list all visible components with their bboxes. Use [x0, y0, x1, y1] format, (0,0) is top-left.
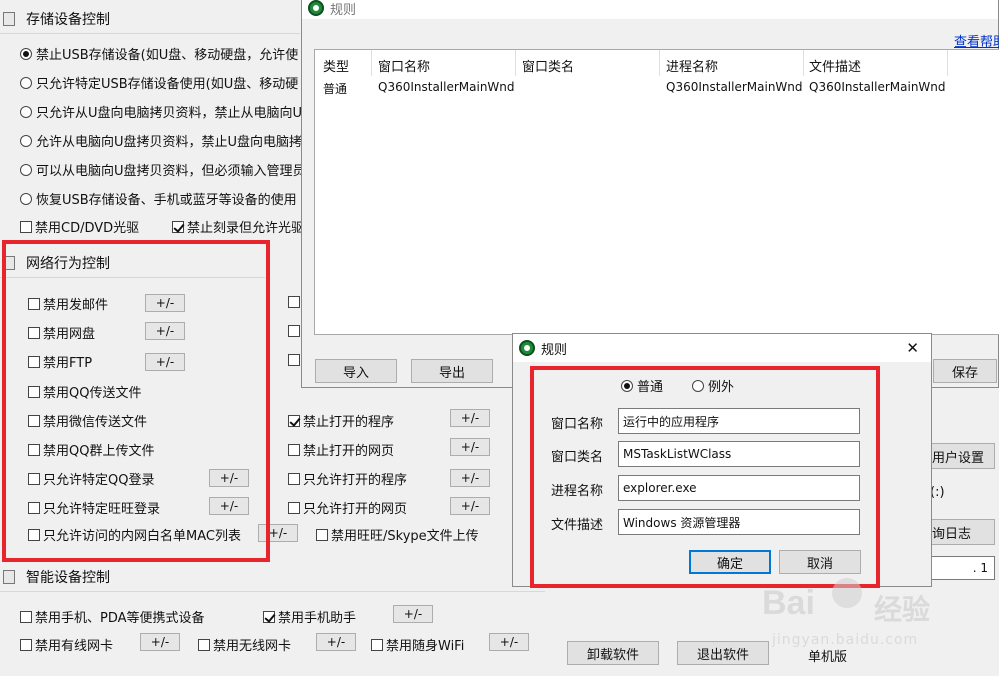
rule-dialog-titlebar: 规则 ✕ [513, 334, 931, 362]
smart-item-4-pm-button[interactable]: +/- [489, 633, 529, 651]
save-button[interactable]: 保存 [933, 359, 997, 383]
smart-item-1[interactable]: 禁用手机助手 [263, 607, 356, 626]
app-icon [308, 0, 324, 16]
col-sep [371, 50, 372, 76]
watermark-url: jingyan.baidu.com [772, 632, 919, 648]
smart-title: 智能设备控制 [26, 569, 110, 586]
disable-cd-checkbox[interactable]: 禁用CD/DVD光驱 [20, 217, 139, 236]
checkbox-icon[interactable] [288, 501, 300, 514]
export-button[interactable]: 导出 [411, 359, 493, 383]
burn-allow-checkbox[interactable]: 禁止刻录但允许光驱 [172, 217, 302, 236]
storage-option-2[interactable]: 只允许从U盘向电脑拷贝资料，禁止从电脑向U [20, 102, 302, 121]
rules-list-title: 规则 [330, 2, 357, 18]
radio-icon[interactable] [20, 192, 32, 205]
net-right-item-0[interactable]: 禁止打开的程序 [288, 411, 394, 430]
rules-list-titlebar: 规则 [302, 0, 998, 19]
query-log-button[interactable]: 询日志 [929, 519, 995, 545]
checkbox-icon[interactable] [172, 220, 184, 233]
checkbox-icon[interactable] [288, 472, 300, 485]
smart-item-2-pm-button[interactable]: +/- [140, 633, 180, 651]
rules-list-window: 规则 查看帮助 类型 窗口名称 窗口类名 进程名称 文件描述 普通 Q360In… [301, 0, 999, 388]
checkbox-icon[interactable] [20, 610, 32, 623]
uninstall-button[interactable]: 卸载软件 [567, 641, 659, 665]
storage-option-5[interactable]: 恢复USB存储设备、手机或蓝牙等设备的使用 [20, 189, 302, 208]
radio-icon[interactable] [20, 47, 32, 60]
app-icon [519, 340, 535, 356]
checkbox-icon[interactable] [20, 638, 32, 651]
help-link[interactable]: 查看帮助 [954, 31, 999, 50]
net-right-item-1-pm-button[interactable]: +/- [450, 438, 490, 456]
net-right-item-1[interactable]: 禁止打开的网页 [288, 440, 394, 459]
checkbox-icon[interactable] [263, 610, 275, 623]
checkbox-icon[interactable] [20, 220, 32, 233]
paw-icon [832, 578, 862, 608]
col-process[interactable]: 进程名称 [666, 56, 718, 75]
user-settings-button[interactable]: 用户设置 [929, 443, 995, 469]
storage-icon [3, 12, 15, 26]
smart-item-3-pm-button[interactable]: +/- [316, 633, 356, 651]
storage-title: 存储设备控制 [26, 11, 110, 28]
col-sep [947, 50, 948, 76]
radio-icon[interactable] [20, 105, 32, 118]
rules-table[interactable]: 类型 窗口名称 窗口类名 进程名称 文件描述 普通 Q360InstallerM… [314, 49, 999, 335]
net-right-item-3[interactable]: 只允许打开的网页 [288, 498, 407, 517]
radio-icon[interactable] [20, 76, 32, 89]
net-right-item-2[interactable]: 只允许打开的程序 [288, 469, 407, 488]
storage-option-3[interactable]: 允许从电脑向U盘拷贝资料，禁止U盘向电脑拷 [20, 131, 302, 150]
radio-icon[interactable] [20, 163, 32, 176]
net-right-partial-2[interactable] [288, 354, 300, 366]
close-icon[interactable]: ✕ [906, 339, 919, 357]
dialog-highlight-box [530, 366, 880, 588]
net-right-item-2-pm-button[interactable]: +/- [450, 469, 490, 487]
network-highlight-box [2, 240, 270, 562]
col-filedesc[interactable]: 文件描述 [809, 56, 861, 75]
storage-option-4[interactable]: 可以从电脑向U盘拷贝资料，但必须输入管理员 [20, 160, 302, 179]
smart-item-2[interactable]: 禁用有线网卡 [20, 635, 113, 654]
checkbox-icon[interactable] [288, 414, 300, 427]
col-window-name[interactable]: 窗口名称 [378, 56, 430, 75]
col-sep [515, 50, 516, 76]
col-type[interactable]: 类型 [323, 56, 349, 75]
checkbox-icon[interactable] [371, 638, 383, 651]
table-row[interactable]: 普通 Q360InstallerMainWnd Q360InstallerMai… [315, 76, 999, 98]
smart-item-4[interactable]: 禁用随身WiFi [371, 635, 464, 654]
baidu-watermark: Bai 经验 jingyan.baidu.com [762, 578, 992, 658]
exit-button[interactable]: 退出软件 [677, 641, 769, 665]
net-right-item-4[interactable]: 禁用旺旺/Skype文件上传 [316, 525, 479, 544]
checkbox-icon[interactable] [288, 443, 300, 456]
net-right-partial-0[interactable] [288, 296, 300, 308]
rule-dialog-title: 规则 [541, 342, 568, 358]
storage-option-0[interactable]: 禁止USB存储设备(如U盘、移动硬盘，允许使 [20, 44, 302, 63]
smart-item-1-pm-button[interactable]: +/- [393, 605, 433, 623]
col-window-class[interactable]: 窗口类名 [522, 56, 574, 75]
paren-label: (:) [930, 485, 945, 500]
checkbox-icon[interactable] [316, 528, 328, 541]
net-right-item-0-pm-button[interactable]: +/- [450, 409, 490, 427]
version-field: . 1 [929, 556, 995, 580]
sliders-icon [3, 570, 15, 584]
storage-option-1[interactable]: 只允许特定USB存储设备使用(如U盘、移动硬 [20, 73, 302, 92]
watermark-brand: Bai [762, 584, 815, 622]
net-right-item-3-pm-button[interactable]: +/- [450, 497, 490, 515]
col-sep [803, 50, 804, 76]
storage-section-header: 存储设备控制 [0, 4, 300, 34]
smart-item-3[interactable]: 禁用无线网卡 [198, 635, 291, 654]
smart-section-header: 智能设备控制 [0, 562, 545, 592]
import-button[interactable]: 导入 [315, 359, 397, 383]
net-right-partial-1[interactable] [288, 325, 300, 337]
watermark-brand2: 经验 [874, 593, 931, 626]
radio-icon[interactable] [20, 134, 32, 147]
checkbox-icon[interactable] [198, 638, 210, 651]
smart-item-0[interactable]: 禁用手机、PDA等便携式设备 [20, 607, 205, 626]
col-sep [659, 50, 660, 76]
